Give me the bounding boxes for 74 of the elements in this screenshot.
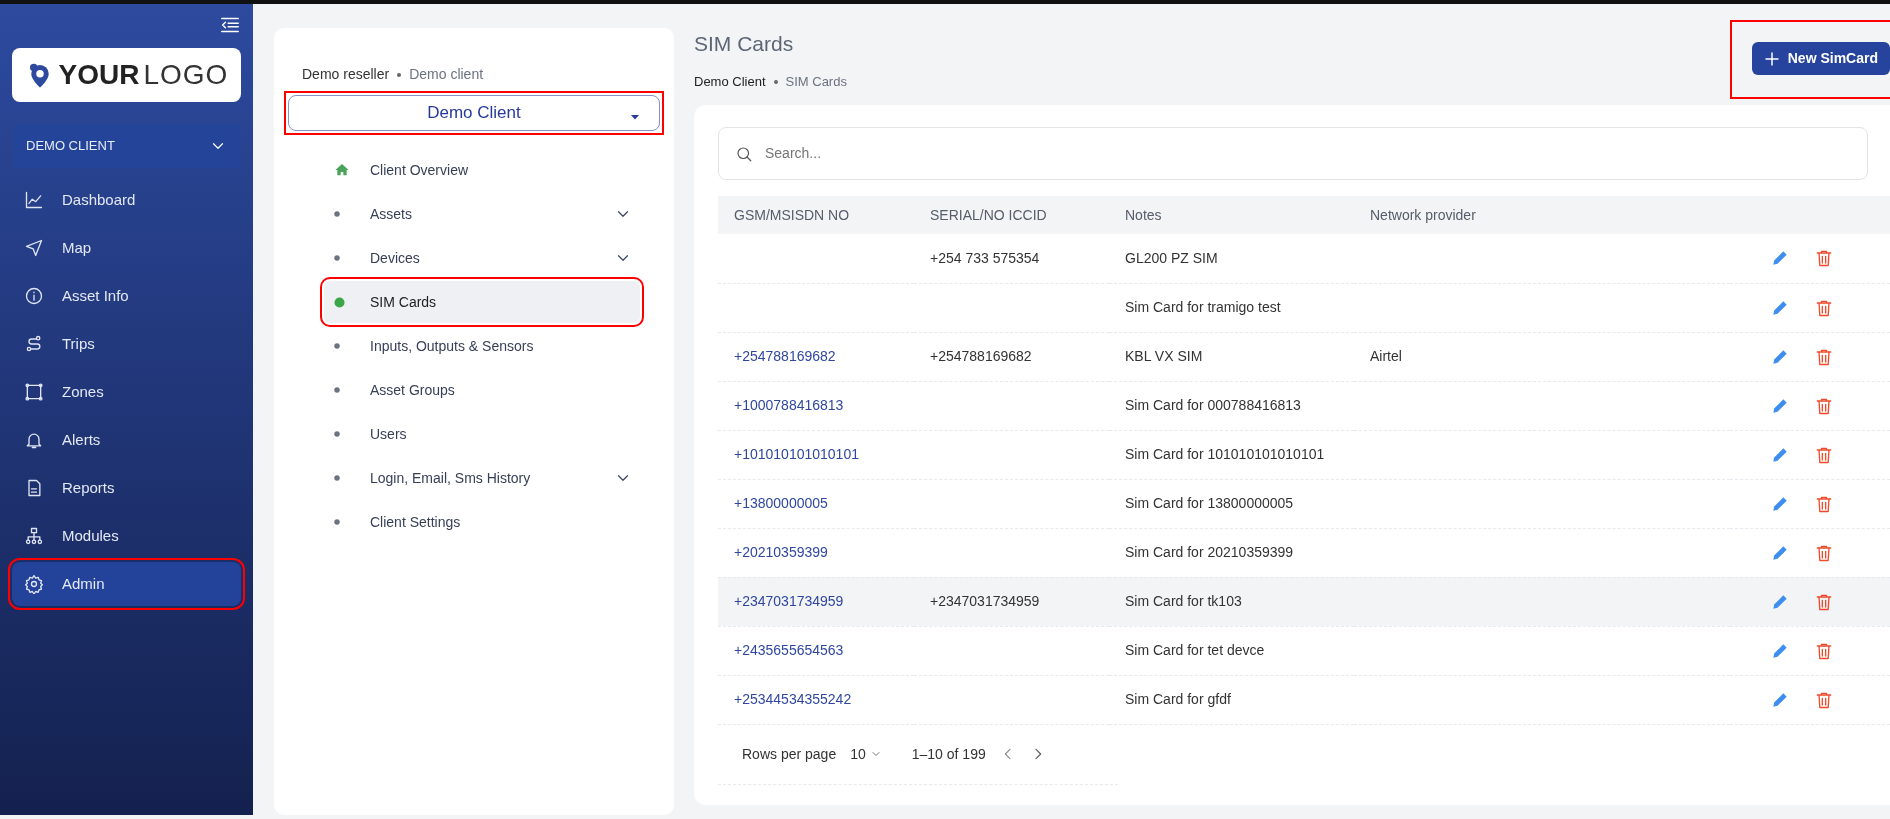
phone-link[interactable]: +1000788416813 bbox=[734, 397, 844, 413]
plus-icon bbox=[1763, 50, 1780, 67]
navigation-arrow-icon bbox=[24, 238, 44, 258]
trash-icon[interactable] bbox=[1814, 248, 1834, 269]
nav-item[interactable]: Map bbox=[12, 226, 241, 270]
menu-item[interactable]: Client Overview bbox=[324, 149, 640, 191]
table-cell: Sim Card for 20210359399 bbox=[1125, 544, 1294, 560]
table-cell: Sim Card for gfdf bbox=[1125, 691, 1231, 707]
table-cell: Sim Card for 13800000005 bbox=[1125, 495, 1294, 511]
active-dot-icon bbox=[334, 296, 345, 308]
nav-item[interactable]: Reports bbox=[12, 466, 241, 510]
logo-text: LOGO bbox=[143, 58, 229, 92]
table-cell: +254788169682 bbox=[930, 348, 1032, 364]
rows-per-page-label: Rows per page bbox=[742, 744, 837, 764]
bullet-icon bbox=[334, 519, 340, 525]
client-select[interactable]: Demo Client bbox=[288, 95, 660, 131]
hierarchy-icon bbox=[24, 526, 44, 546]
table-cell: Sim Card for 101010101010101 bbox=[1125, 446, 1325, 462]
menu-item[interactable]: Inputs, Outputs & Sensors bbox=[324, 325, 640, 367]
bullet-icon bbox=[334, 387, 340, 393]
table-cell: Sim Card for tk103 bbox=[1125, 593, 1242, 609]
nav-item[interactable]: Modules bbox=[12, 514, 241, 558]
column-header: SERIAL/NO ICCID bbox=[914, 196, 1109, 234]
nav-item[interactable]: Zones bbox=[12, 370, 241, 414]
bullet-icon bbox=[334, 431, 340, 437]
phone-link[interactable]: +25344534355242 bbox=[734, 691, 852, 707]
table-cell: Sim Card for 000788416813 bbox=[1125, 397, 1301, 413]
menu-item[interactable]: Devices bbox=[324, 237, 640, 279]
breadcrumb-current: Demo client bbox=[409, 66, 484, 82]
bullet-icon bbox=[334, 211, 340, 217]
nav-item[interactable]: Dashboard bbox=[12, 178, 241, 222]
rows-per-page-select[interactable]: 10 bbox=[850, 743, 882, 765]
phone-link[interactable]: +2347031734959 bbox=[734, 593, 844, 609]
search-icon bbox=[735, 144, 753, 163]
new-simcard-button[interactable]: New SimCard bbox=[1751, 42, 1890, 75]
menu-item[interactable]: Assets bbox=[324, 193, 640, 235]
home-icon bbox=[334, 162, 350, 178]
column-header: GSM/MSISDN NO bbox=[718, 196, 914, 234]
column-header: Notes bbox=[1109, 196, 1354, 234]
page-title: SIM Cards bbox=[694, 31, 795, 57]
phone-link[interactable]: +20210359399 bbox=[734, 544, 828, 560]
column-header: Network provider bbox=[1354, 196, 1730, 234]
phone-link[interactable]: +254788169682 bbox=[734, 348, 836, 364]
phone-link[interactable]: +2435655654563 bbox=[734, 642, 844, 658]
menu-item[interactable]: Asset Groups bbox=[324, 369, 640, 411]
phone-link[interactable]: +13800000005 bbox=[734, 495, 828, 511]
zone-icon bbox=[24, 382, 44, 402]
chart-icon bbox=[24, 190, 44, 210]
search-field[interactable]: Search... bbox=[718, 127, 1868, 180]
bullet-icon bbox=[334, 255, 340, 261]
menu-item[interactable]: Login, Email, Sms History bbox=[324, 457, 640, 499]
phone-link[interactable]: +101010101010101 bbox=[734, 446, 859, 462]
client-dropdown[interactable]: DEMO CLIENT bbox=[14, 124, 239, 168]
nav-item[interactable]: Asset Info bbox=[12, 274, 241, 318]
page-range: 1–10 of 199 bbox=[911, 744, 986, 764]
breadcrumb-link[interactable]: Demo reseller bbox=[302, 66, 390, 82]
table-cell: Sim Card for tet devce bbox=[1125, 642, 1265, 658]
settings-icon bbox=[24, 574, 44, 594]
table-cell: GL200 PZ SIM bbox=[1125, 249, 1218, 266]
nav-item[interactable]: Alerts bbox=[12, 418, 241, 462]
table-cell: +254 733 575354 bbox=[930, 249, 1040, 266]
bullet-icon bbox=[334, 475, 340, 481]
table-cell: KBL VX SIM bbox=[1125, 348, 1203, 364]
menu-item[interactable]: Client Settings bbox=[324, 501, 640, 543]
nav-item[interactable]: Trips bbox=[12, 322, 241, 366]
bullet-icon bbox=[334, 343, 340, 349]
logo-text: YOUR bbox=[58, 58, 140, 92]
breadcrumb-current: SIM Cards bbox=[785, 73, 847, 89]
menu-item[interactable]: Users bbox=[324, 413, 640, 455]
table-cell: +2347031734959 bbox=[930, 593, 1040, 609]
table-cell: Airtel bbox=[1370, 348, 1402, 364]
info-icon bbox=[24, 286, 44, 306]
breadcrumb-link[interactable]: Demo Client bbox=[694, 73, 766, 89]
table-cell: Sim Card for tramigo test bbox=[1125, 299, 1281, 315]
